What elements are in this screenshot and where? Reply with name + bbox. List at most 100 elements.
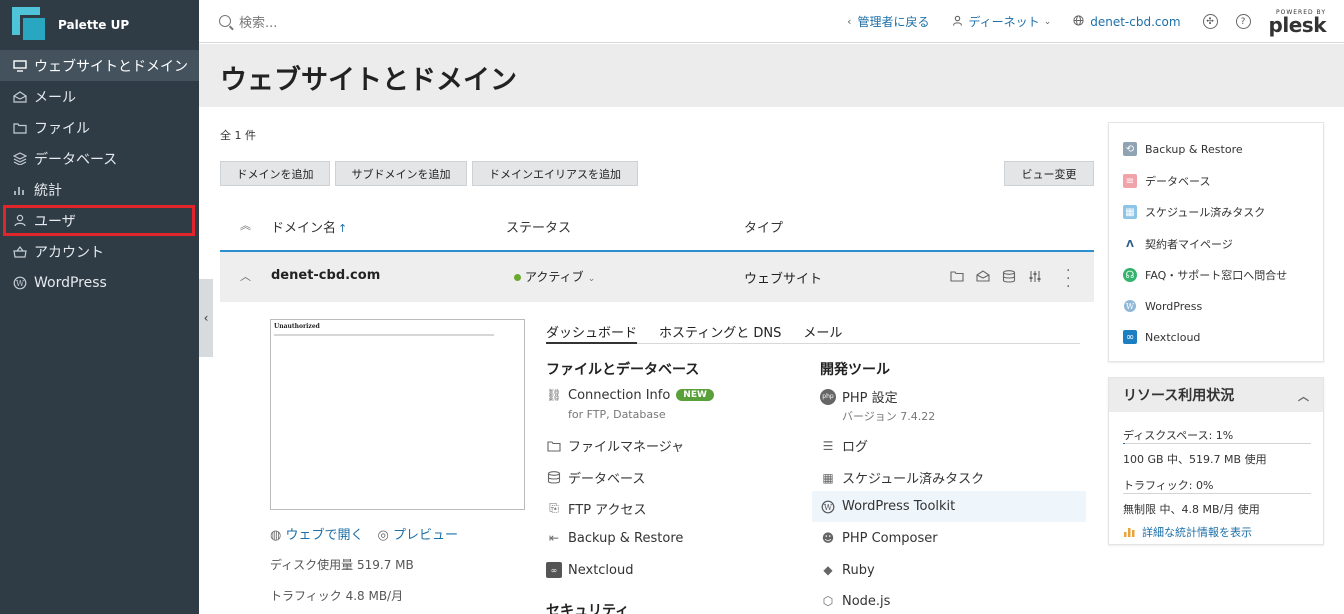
database-icon: [546, 470, 562, 486]
side-link-label: スケジュール済みタスク: [1145, 206, 1266, 219]
add-domain-button[interactable]: ドメインを追加: [220, 161, 330, 186]
side-link-label: Nextcloud: [1145, 330, 1201, 344]
sidebar-item-label: アカウント: [34, 244, 104, 261]
ruby-label: Ruby: [842, 562, 875, 578]
sidebar-collapse-handle[interactable]: ‹: [199, 279, 213, 357]
nextcloud-link[interactable]: ∞ Nextcloud: [546, 562, 634, 578]
traffic-usage-bar: [1123, 493, 1311, 494]
nextcloud-label: Nextcloud: [568, 562, 634, 578]
link-icon: ⛓: [546, 388, 562, 402]
sidebar-item-users[interactable]: ユーザ: [3, 205, 195, 236]
search-input[interactable]: 検索...: [239, 12, 277, 31]
tab-mail[interactable]: メール: [803, 322, 842, 344]
scheduled-tasks-link[interactable]: ▦ スケジュール済みタスク: [820, 468, 984, 488]
side-link-backup[interactable]: ⟲ Backup & Restore: [1123, 142, 1243, 156]
plesk-logo: POWERED BY plesk: [1269, 9, 1327, 35]
quick-links-card: ⟲ Backup & Restore ≡ データベース ▦ スケジュール済みタスク Λ…: [1108, 122, 1324, 362]
php-icon: php: [820, 388, 836, 405]
app-name: Palette UP: [58, 18, 130, 32]
help-icon[interactable]: ?: [1235, 14, 1251, 29]
ftp-icon: ⎘: [549, 501, 559, 515]
resource-usage-header[interactable]: リソース利用状況 ︿: [1109, 378, 1323, 412]
connection-info-subtitle: for FTP, Database: [568, 408, 666, 421]
add-subdomain-button[interactable]: サブドメインを追加: [335, 161, 467, 186]
logs-link[interactable]: ☰ ログ: [820, 436, 869, 456]
sidebar-item-mail[interactable]: メール: [0, 81, 199, 112]
connection-info-link[interactable]: ⛓ Connection Info NEW: [546, 387, 714, 403]
sidebar-item-websites[interactable]: ウェブサイトとドメイン: [0, 50, 199, 81]
detailed-stats-link[interactable]: 詳細な統計情報を表示: [1123, 524, 1252, 540]
column-domain-name[interactable]: ドメイン名 ↑: [271, 217, 347, 236]
folder-icon[interactable]: [950, 270, 964, 287]
status-dot: [514, 274, 521, 281]
resource-usage-card: リソース利用状況 ︿ ディスクスペース: 1% 100 GB 中、519.7 M…: [1108, 377, 1324, 545]
mail-icon[interactable]: [976, 270, 990, 287]
domain-link[interactable]: denet-cbd.com: [1073, 14, 1181, 29]
headset-icon: ☊: [1123, 268, 1137, 282]
side-link-databases[interactable]: ≡ データベース: [1123, 173, 1210, 189]
side-link-wordpress[interactable]: W WordPress: [1123, 299, 1202, 313]
side-link-faq-support[interactable]: ☊ FAQ・サポート窓口へ問合せ: [1123, 267, 1287, 283]
wordpress-toolkit-link[interactable]: W WordPress Toolkit: [812, 491, 1086, 522]
collapse-all-icon[interactable]: ︽: [240, 217, 251, 233]
user-menu[interactable]: ディーネット ⌄: [952, 13, 1051, 30]
palette-up-logo-icon: [12, 7, 48, 43]
column-type[interactable]: タイプ: [744, 217, 783, 236]
column-status[interactable]: ステータス: [506, 217, 571, 236]
change-view-button[interactable]: ビュー変更: [1004, 161, 1094, 186]
php-settings-link[interactable]: php PHP 設定: [820, 387, 898, 406]
new-badge: NEW: [676, 389, 714, 401]
domain-type: ウェブサイト: [744, 272, 823, 287]
php-version: バージョン 7.4.22: [842, 410, 936, 423]
wordpress-icon: W: [12, 275, 28, 291]
calendar-icon: ▦: [822, 470, 834, 485]
databases-link[interactable]: データベース: [546, 468, 645, 487]
chevron-down-icon: ⌄: [587, 274, 596, 284]
sidebar-item-account[interactable]: アカウント: [0, 236, 199, 267]
settings-sliders-icon[interactable]: [1028, 270, 1042, 287]
sidebar-item-stats[interactable]: 統計: [0, 174, 199, 205]
sidebar-item-label: WordPress: [34, 274, 107, 291]
preview-link[interactable]: ◎ プレビュー: [378, 524, 459, 543]
side-link-nextcloud[interactable]: ∞ Nextcloud: [1123, 330, 1200, 344]
backup-restore-link[interactable]: ⇤ Backup & Restore: [546, 530, 683, 546]
sidebar-item-files[interactable]: ファイル: [0, 112, 199, 143]
tab-hosting-dns[interactable]: ホスティングと DNS: [659, 322, 781, 344]
resource-usage-title: リソース利用状況: [1123, 388, 1235, 404]
search-box[interactable]: 検索...: [219, 12, 277, 31]
status-badge[interactable]: アクティブ ⌄: [514, 268, 595, 285]
php-composer-link[interactable]: ☻ PHP Composer: [820, 530, 938, 546]
open-in-web-link[interactable]: ◍ ウェブで開く: [270, 524, 364, 543]
logo[interactable]: Palette UP: [0, 0, 199, 50]
disk-usage: ディスク使用量 519.7 MB: [270, 558, 414, 572]
ftp-access-label: FTP アクセス: [568, 503, 647, 518]
tab-dashboard[interactable]: ダッシュボード: [546, 322, 638, 344]
svg-text:W: W: [1126, 302, 1135, 311]
nodejs-link[interactable]: ⬡ Node.js: [820, 593, 891, 609]
sidebar-item-wordpress[interactable]: W WordPress: [0, 267, 199, 298]
site-preview-thumbnail[interactable]: Unauthorized: [270, 319, 525, 510]
more-options-icon[interactable]: · · ·: [1066, 264, 1070, 294]
main-content: 全 1 件 ドメインを追加 サブドメインを追加 ドメインエイリアスを追加 ビュー…: [220, 107, 1094, 614]
extensions-icon[interactable]: ✣: [1202, 14, 1218, 29]
table-row[interactable]: ︿ denet-cbd.com アクティブ ⌄ ウェブサイト · · ·: [220, 252, 1094, 302]
globe-icon: [1073, 14, 1084, 29]
domain-name[interactable]: denet-cbd.com: [271, 268, 380, 283]
logs-label: ログ: [842, 440, 869, 455]
back-to-admin-link[interactable]: ‹ 管理者に戻る: [847, 13, 929, 30]
row-collapse-icon[interactable]: ︿: [240, 268, 251, 284]
monitor-icon: [12, 58, 28, 74]
sidebar-item-label: ウェブサイトとドメイン: [34, 58, 188, 75]
sidebar-item-databases[interactable]: データベース: [0, 143, 199, 174]
add-alias-button[interactable]: ドメインエイリアスを追加: [472, 161, 638, 186]
nextcloud-icon: ∞: [1123, 330, 1137, 344]
side-link-contractor-page[interactable]: Λ 契約者マイページ: [1123, 236, 1233, 252]
ftp-access-link[interactable]: ⎘ FTP アクセス: [546, 499, 647, 518]
database-icon[interactable]: [1002, 270, 1016, 287]
side-link-scheduled-tasks[interactable]: ▦ スケジュール済みタスク: [1123, 204, 1265, 220]
ruby-link[interactable]: ◆ Ruby: [820, 562, 875, 578]
dev-tools-heading: 開発ツール: [820, 362, 890, 378]
php-composer-label: PHP Composer: [842, 530, 938, 546]
back-to-admin-label: 管理者に戻る: [857, 15, 930, 29]
file-manager-link[interactable]: ファイルマネージャ: [546, 436, 684, 455]
